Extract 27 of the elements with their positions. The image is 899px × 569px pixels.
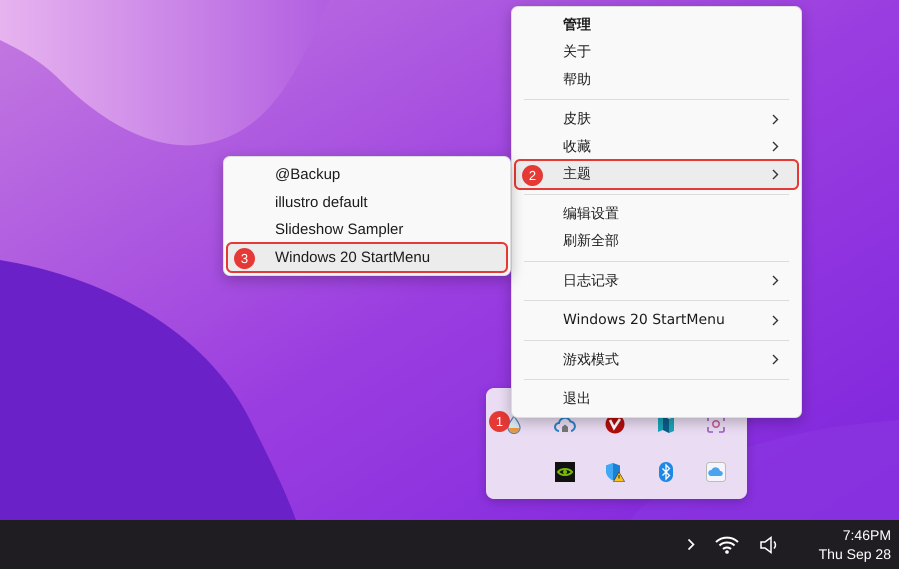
menu-item[interactable]: 编辑设置 — [516, 200, 797, 228]
menu-item[interactable]: 日志记录 — [516, 267, 797, 294]
menu-item[interactable]: 收藏 — [516, 133, 797, 160]
wifi-icon[interactable] — [714, 535, 739, 554]
menu-item[interactable]: 皮肤 — [516, 106, 797, 133]
menu-item[interactable]: 管理 — [516, 11, 797, 38]
menu-item[interactable]: 关于 — [516, 38, 797, 66]
menu-item[interactable]: @Backup — [228, 161, 506, 188]
step-badge: 2 — [522, 164, 543, 186]
menu-item[interactable]: Windows 20 StartMenu — [516, 306, 797, 334]
step-badge: 1 — [489, 411, 510, 432]
menu-item[interactable]: 3 Windows 20 StartMenu — [228, 244, 506, 271]
menu-item[interactable]: 2 主题 — [516, 160, 797, 188]
menu-item[interactable]: 刷新全部 — [516, 228, 797, 255]
menu-item[interactable]: 游戏模式 — [516, 346, 797, 374]
cloud-house-icon[interactable] — [554, 415, 576, 433]
shield-warning-icon[interactable] — [605, 462, 626, 482]
bluetooth-icon[interactable] — [658, 462, 673, 482]
clock-time[interactable]: 7:46PM — [842, 526, 891, 544]
menu-item[interactable]: 退出 — [516, 386, 797, 413]
menu-item[interactable]: illustro default — [228, 188, 506, 216]
eye-logo-icon[interactable] — [554, 462, 575, 482]
menu-item[interactable]: 帮助 — [516, 66, 797, 94]
menu-item[interactable]: Slideshow Sampler — [228, 216, 506, 244]
step-badge: 3 — [234, 248, 255, 268]
clock-date[interactable]: Thu Sep 28 — [818, 544, 891, 564]
speaker-icon[interactable] — [758, 536, 779, 554]
